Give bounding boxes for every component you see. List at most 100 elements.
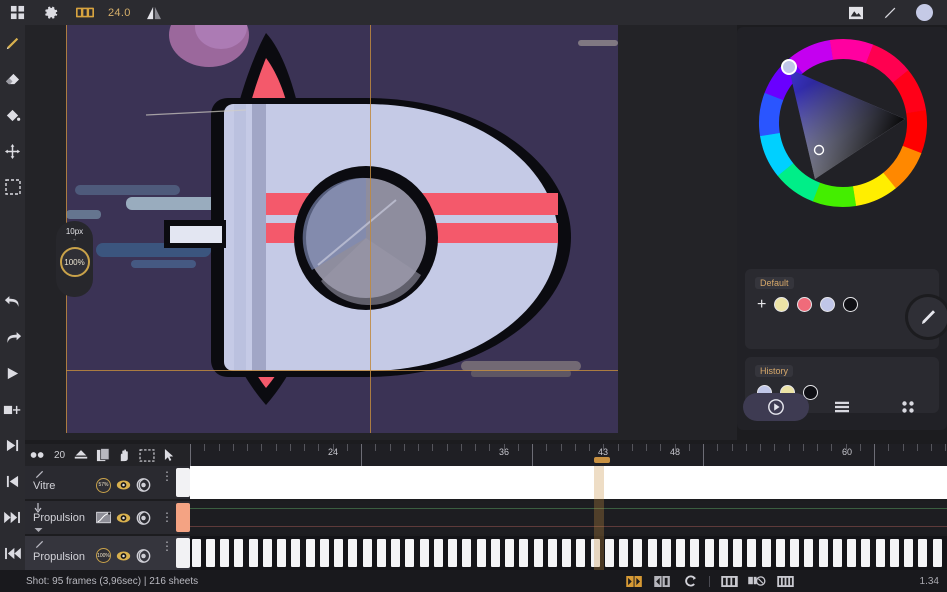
frame-cell[interactable]	[619, 539, 628, 567]
brush-settings-hud[interactable]: 10px - 100%	[56, 221, 93, 297]
eye-icon[interactable]	[116, 548, 131, 563]
onion-layer-icon[interactable]	[136, 548, 151, 563]
frame-cell[interactable]	[306, 539, 315, 567]
track-2[interactable]	[190, 536, 947, 570]
frame-cell[interactable]	[363, 539, 372, 567]
add-frame-button[interactable]	[0, 391, 25, 427]
frame-cell[interactable]	[249, 539, 258, 567]
frame-cell[interactable]	[676, 539, 685, 567]
eye-icon[interactable]	[116, 478, 131, 493]
swatch-0[interactable]	[774, 297, 789, 312]
flip-horizontal-icon[interactable]	[137, 0, 171, 25]
frame-cell[interactable]	[348, 539, 357, 567]
layer-thumbnail[interactable]	[176, 468, 190, 497]
frame-cell[interactable]	[662, 539, 671, 567]
frame-cell[interactable]	[747, 539, 756, 567]
frame-cell[interactable]	[804, 539, 813, 567]
frame-cell[interactable]	[462, 539, 471, 567]
table-row[interactable]: Propulsion ⋮	[25, 501, 947, 534]
hand-tool-icon[interactable]	[116, 446, 134, 464]
layer-header-2[interactable]: Propulsion 100% ⋮	[25, 536, 190, 570]
pencil-icon[interactable]	[873, 0, 907, 25]
frame-cell[interactable]	[790, 539, 799, 567]
frame-cell[interactable]	[505, 539, 514, 567]
swatch-1[interactable]	[797, 297, 812, 312]
tab-list[interactable]	[809, 393, 875, 421]
pencil-tool[interactable]	[0, 25, 25, 61]
skip-start-button[interactable]	[0, 535, 25, 571]
frame-cell[interactable]	[320, 539, 329, 567]
frames-view-icon[interactable]	[720, 575, 738, 587]
onion-layer-icon[interactable]	[136, 478, 151, 493]
curve-graph-icon[interactable]	[96, 510, 111, 525]
tab-playback[interactable]	[743, 393, 809, 421]
select-rect-tool[interactable]	[0, 169, 25, 205]
onion-skin-icon[interactable]	[72, 446, 90, 464]
range-end-icon[interactable]	[653, 575, 671, 587]
frame-cell[interactable]	[334, 539, 343, 567]
frame-cell[interactable]	[648, 539, 657, 567]
frame-cell[interactable]	[377, 539, 386, 567]
frame-cell[interactable]	[904, 539, 913, 567]
add-swatch-button[interactable]: +	[757, 298, 766, 312]
layer-opacity-dial[interactable]: 57%	[96, 478, 111, 493]
frame-cell[interactable]	[206, 539, 215, 567]
copy-frames-icon[interactable]	[94, 446, 112, 464]
frames-all-icon[interactable]	[776, 575, 794, 587]
canvas-area[interactable]: 10px - 100%	[25, 25, 737, 440]
frames-link-icon[interactable]	[748, 575, 766, 587]
frame-cell[interactable]	[263, 539, 272, 567]
redo-button[interactable]	[0, 319, 25, 355]
loop-icon[interactable]	[681, 575, 699, 587]
frame-cell[interactable]	[234, 539, 243, 567]
frame-cell[interactable]	[405, 539, 414, 567]
layer-menu-button[interactable]: ⋮	[161, 474, 174, 478]
track-1[interactable]	[190, 501, 947, 534]
fps-label[interactable]: 24.0	[102, 7, 137, 19]
frame-cell[interactable]	[220, 539, 229, 567]
eraser-tool[interactable]	[0, 61, 25, 97]
hue-saturation-wheel[interactable]	[753, 33, 933, 213]
frame-cell[interactable]	[762, 539, 771, 567]
frame-cell[interactable]	[291, 539, 300, 567]
gear-icon[interactable]	[34, 0, 68, 25]
layer-menu-button[interactable]: ⋮	[161, 544, 174, 548]
frame-cell[interactable]	[719, 539, 728, 567]
onion-layer-icon[interactable]	[136, 510, 151, 525]
layer-opacity-dial[interactable]: 100%	[96, 548, 111, 563]
frame-cell[interactable]	[690, 539, 699, 567]
frame-cell[interactable]	[534, 539, 543, 567]
undo-button[interactable]	[0, 283, 25, 319]
frame-cell[interactable]	[876, 539, 885, 567]
frame-cell[interactable]	[420, 539, 429, 567]
color-wheel-container[interactable]	[737, 27, 947, 227]
grid-icon[interactable]	[0, 0, 34, 25]
table-row[interactable]: Vitre 57% ⋮	[25, 466, 947, 499]
frame-cell[interactable]	[819, 539, 828, 567]
cursor-arrow-icon[interactable]	[160, 446, 178, 464]
frame-cell[interactable]	[434, 539, 443, 567]
fill-bucket-tool[interactable]	[0, 97, 25, 133]
play-button[interactable]	[0, 355, 25, 391]
onion-skin-dots-icon[interactable]	[29, 446, 47, 464]
frame-cell[interactable]	[548, 539, 557, 567]
swatch-3[interactable]	[843, 297, 858, 312]
tab-grid[interactable]	[875, 393, 941, 421]
frame-cell[interactable]	[591, 539, 600, 567]
frame-cell[interactable]	[633, 539, 642, 567]
swatch-2[interactable]	[820, 297, 835, 312]
layer-menu-button[interactable]: ⋮	[161, 515, 174, 519]
table-row[interactable]: Propulsion 100% ⋮	[25, 536, 947, 570]
prev-frame-button[interactable]	[0, 463, 25, 499]
current-color-swatch[interactable]	[907, 0, 941, 25]
move-tool[interactable]	[0, 133, 25, 169]
timeline-ruler[interactable]: 24 36 43 48 60	[190, 444, 947, 466]
image-icon[interactable]	[839, 0, 873, 25]
layer-collapse-icon[interactable]	[34, 527, 43, 533]
frame-cell[interactable]	[933, 539, 942, 567]
drawing-canvas[interactable]	[66, 25, 618, 433]
frame-cell[interactable]	[391, 539, 400, 567]
frame-cell[interactable]	[733, 539, 742, 567]
layer-header-0[interactable]: Vitre 57% ⋮	[25, 466, 190, 499]
frame-cell[interactable]	[519, 539, 528, 567]
